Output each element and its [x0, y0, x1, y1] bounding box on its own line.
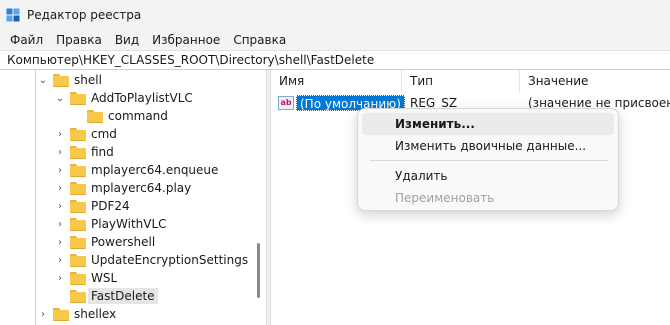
tree-item-label: shellex [74, 307, 117, 321]
tree-item-label: cmd [91, 127, 117, 141]
title-bar: Редактор реестра [0, 0, 670, 30]
chevron-right-icon[interactable]: › [55, 197, 65, 215]
tree-item-label: mplayerc64.play [91, 181, 192, 195]
menu-item-rename: Переименовать [395, 191, 495, 205]
tree-item-label: find [91, 145, 114, 159]
chevron-right-icon[interactable]: › [55, 125, 65, 143]
menu-bar: Файл Правка Вид Избранное Справка [0, 30, 670, 50]
chevron-right-icon[interactable]: › [55, 143, 65, 161]
tree-item-label: FastDelete [88, 288, 158, 304]
tree-item-cmd[interactable]: › cmd [55, 125, 117, 143]
folder-icon [70, 145, 86, 159]
folder-icon [70, 163, 86, 177]
column-header-name[interactable]: Имя [271, 70, 402, 92]
menu-file[interactable]: Файл [10, 33, 43, 47]
tree-item-shell[interactable]: ⌄ shell [38, 71, 102, 89]
menu-view[interactable]: Вид [115, 33, 139, 47]
folder-icon [70, 271, 86, 285]
menu-separator [370, 160, 608, 161]
tree-item-label: mplayerc64.enqueue [91, 163, 219, 177]
folder-icon [70, 253, 86, 267]
tree-item-mplayerc64-play[interactable]: › mplayerc64.play [55, 179, 191, 197]
context-menu: Изменить... Изменить двоичные данные... … [357, 108, 619, 211]
tree-scrollbar-thumb[interactable] [257, 243, 260, 298]
menu-item-modify-binary[interactable]: Изменить двоичные данные... [362, 135, 614, 157]
tree-item-command[interactable]: command [87, 107, 168, 125]
tree-item-label: shell [74, 73, 102, 87]
regedit-icon [6, 8, 20, 22]
string-value-icon: ab [278, 96, 294, 110]
folder-icon [87, 109, 103, 123]
tree-item-label: UpdateEncryptionSettings [91, 253, 249, 267]
column-header-type[interactable]: Тип [402, 70, 520, 92]
tree-item-find[interactable]: › find [55, 143, 114, 161]
tree-item-addtoplaylistvlc[interactable]: ⌄ AddToPlaylistVLC [55, 89, 193, 107]
chevron-right-icon[interactable]: › [55, 233, 65, 251]
menu-item-delete[interactable]: Удалить [362, 165, 614, 187]
folder-icon [70, 199, 86, 213]
tree-item-updateencryptionsettings[interactable]: › UpdateEncryptionSettings [55, 251, 248, 269]
tree-item-playwithvlc[interactable]: › PlayWithVLC [55, 215, 167, 233]
column-header-data[interactable]: Значение [520, 70, 670, 92]
chevron-down-icon[interactable]: ⌄ [55, 89, 65, 107]
tree-item-shellex[interactable]: › shellex [38, 305, 116, 323]
folder-icon [70, 217, 86, 231]
chevron-right-icon[interactable]: › [38, 305, 48, 323]
address-path[interactable]: Компьютер\HKEY_CLASSES_ROOT\Directory\sh… [7, 53, 374, 67]
folder-icon [70, 289, 86, 303]
folder-icon [70, 235, 86, 249]
tree-item-fastdelete[interactable]: FastDelete [70, 287, 158, 305]
menu-item-modify[interactable]: Изменить... [362, 113, 614, 135]
window-title: Редактор реестра [27, 8, 142, 22]
chevron-right-icon[interactable]: › [55, 215, 65, 233]
tree-item-wsl[interactable]: › WSL [55, 269, 117, 287]
tree-item-label: PlayWithVLC [91, 217, 167, 231]
tree-guide-line [35, 70, 36, 325]
tree-item-mplayerc64-enqueue[interactable]: › mplayerc64.enqueue [55, 161, 218, 179]
tree-item-powershell[interactable]: › Powershell [55, 233, 155, 251]
folder-icon [70, 91, 86, 105]
folder-icon [70, 127, 86, 141]
menu-help[interactable]: Справка [233, 33, 286, 47]
tree-item-label: Powershell [91, 235, 156, 249]
menu-favorites[interactable]: Избранное [152, 33, 220, 47]
registry-tree[interactable]: ⌄ shell ⌄ AddToPlaylistVLC command › cmd… [0, 70, 266, 325]
chevron-right-icon[interactable]: › [55, 161, 65, 179]
folder-icon [53, 307, 69, 321]
menu-edit[interactable]: Правка [56, 33, 102, 47]
folder-icon [70, 181, 86, 195]
chevron-down-icon[interactable]: ⌄ [38, 71, 48, 89]
address-bar[interactable]: Компьютер\HKEY_CLASSES_ROOT\Directory\sh… [0, 50, 670, 70]
tree-item-label: AddToPlaylistVLC [91, 91, 193, 105]
chevron-right-icon[interactable]: › [55, 269, 65, 287]
tree-item-pdf24[interactable]: › PDF24 [55, 197, 130, 215]
tree-item-label: PDF24 [91, 199, 130, 213]
tree-item-label: command [108, 109, 168, 123]
tree-item-label: WSL [91, 271, 118, 285]
folder-icon [53, 73, 69, 87]
chevron-right-icon[interactable]: › [55, 251, 65, 269]
chevron-right-icon[interactable]: › [55, 179, 65, 197]
